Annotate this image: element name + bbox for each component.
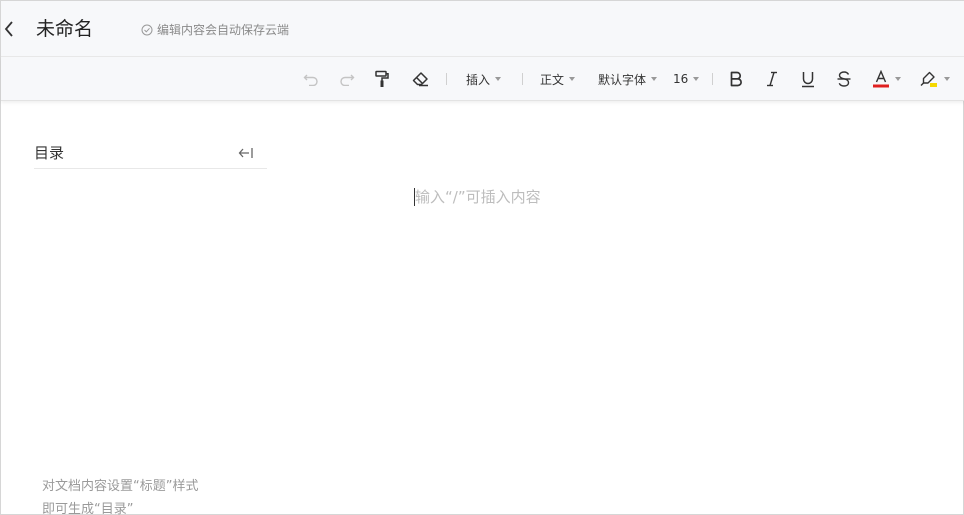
outline-empty-hint: 对文档内容设置“标题”样式 即可生成“目录” [42, 475, 198, 515]
redo-button[interactable] [336, 67, 358, 91]
paragraph-style-dropdown[interactable]: 正文 [540, 67, 576, 91]
save-status-text: 编辑内容会自动保存云端 [157, 23, 290, 37]
insert-dropdown[interactable]: 插入 [466, 67, 502, 91]
back-button[interactable] [1, 18, 17, 40]
highlight-button[interactable] [917, 67, 953, 91]
underline-button[interactable] [797, 67, 819, 91]
undo-button[interactable] [300, 67, 322, 91]
collapse-left-icon [238, 148, 253, 158]
document-title[interactable]: 未命名 [36, 17, 93, 41]
formatting-toolbar: 插入 正文 默认字体 16 [1, 57, 964, 101]
eraser-icon [412, 72, 428, 87]
outline-title: 目录 [34, 144, 65, 162]
chevron-down-icon [495, 77, 502, 81]
insert-label: 插入 [466, 72, 491, 87]
clear-format-button[interactable] [409, 67, 431, 91]
italic-icon [767, 71, 777, 87]
italic-button[interactable] [761, 67, 783, 91]
font-color-button[interactable] [869, 67, 905, 91]
chevron-down-icon [651, 77, 658, 81]
chevron-down-icon [895, 77, 901, 81]
outline-hint-line: 对文档内容设置“标题”样式 [42, 479, 199, 494]
format-painter-button[interactable] [371, 67, 393, 91]
strikethrough-icon [837, 71, 851, 87]
chevron-down-icon [944, 77, 950, 81]
format-painter-icon [375, 70, 389, 87]
font-family-label: 默认字体 [598, 72, 647, 87]
strikethrough-button[interactable] [833, 67, 855, 91]
highlight-icon [920, 71, 937, 87]
check-circle-icon [141, 24, 153, 36]
toolbar-separator [712, 73, 713, 85]
bold-icon [730, 71, 742, 87]
editor-placeholder: 输入“/”可插入内容 [415, 188, 541, 206]
editor-window: 未命名 编辑内容会自动保存云端 插入 正文 默认字体 16 目录 对文档内容设置… [0, 0, 964, 515]
paragraph-style-label: 正文 [540, 72, 565, 87]
font-size-dropdown[interactable]: 16 [673, 67, 700, 91]
undo-icon [303, 74, 318, 86]
back-icon [4, 21, 13, 37]
save-status: 编辑内容会自动保存云端 [141, 22, 289, 38]
outline-hint-line: 即可生成“目录” [42, 502, 134, 515]
underline-icon [802, 71, 814, 87]
font-family-dropdown[interactable]: 默认字体 [598, 67, 658, 91]
toolbar-separator [446, 73, 447, 85]
redo-icon [340, 74, 355, 86]
toolbar-separator [522, 73, 523, 85]
document-editor[interactable]: 输入“/”可插入内容 [411, 184, 931, 214]
outline-divider [34, 168, 267, 169]
font-color-icon [873, 70, 889, 88]
chevron-down-icon [693, 77, 700, 81]
chevron-down-icon [569, 77, 576, 81]
collapse-outline-button[interactable] [237, 145, 255, 161]
title-bar: 未命名 编辑内容会自动保存云端 [1, 1, 964, 57]
bold-button[interactable] [725, 67, 747, 91]
font-size-label: 16 [673, 72, 689, 86]
